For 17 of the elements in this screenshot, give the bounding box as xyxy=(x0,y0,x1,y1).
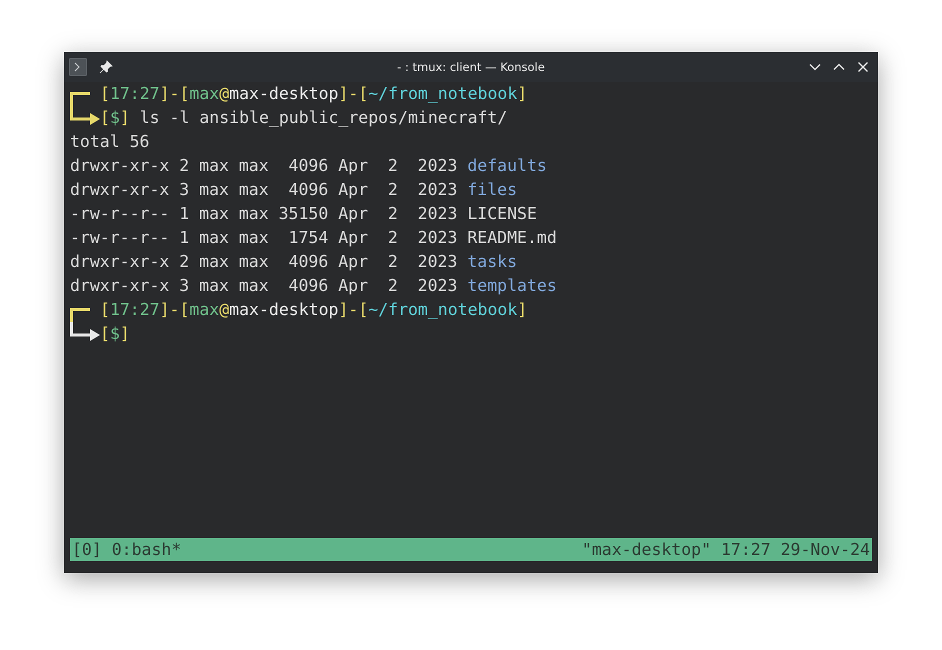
command-text: [$] xyxy=(100,323,130,345)
pin-icon[interactable] xyxy=(99,60,113,74)
output-text: drwxr-xr-x 3 max max 4096 Apr 2 2023 templates xyxy=(70,275,557,297)
output-text: -rw-r--r-- 1 max max 35150 Apr 2 2023 LICENSE xyxy=(70,203,537,225)
window-title: - : tmux: client — Konsole xyxy=(397,60,545,74)
output-text: drwxr-xr-x 2 max max 4096 Apr 2 2023 defaults xyxy=(70,155,547,177)
host-time-label: "max-desktop" 17:27 29-Nov-24 xyxy=(582,540,870,559)
prompt-text: [17:27]-[max@max-desktop]-[~/from_notebook] xyxy=(100,299,528,321)
session-label: [0] 0:bash* xyxy=(72,540,182,559)
command-text: [$] ls -l ansible_public_repos/minecraft/ xyxy=(100,107,508,129)
terminal-icon[interactable] xyxy=(69,58,87,76)
close-icon[interactable] xyxy=(856,60,870,74)
prompt-text: [17:27]-[max@max-desktop]-[~/from_notebook] xyxy=(100,83,528,105)
output-text: total 56 xyxy=(70,131,150,153)
output-text: drwxr-xr-x 2 max max 4096 Apr 2 2023 tasks xyxy=(70,251,518,273)
output-text: -rw-r--r-- 1 max max 1754 Apr 2 2023 README.md xyxy=(70,227,557,249)
output-text: drwxr-xr-x 3 max max 4096 Apr 2 2023 files xyxy=(70,179,518,201)
